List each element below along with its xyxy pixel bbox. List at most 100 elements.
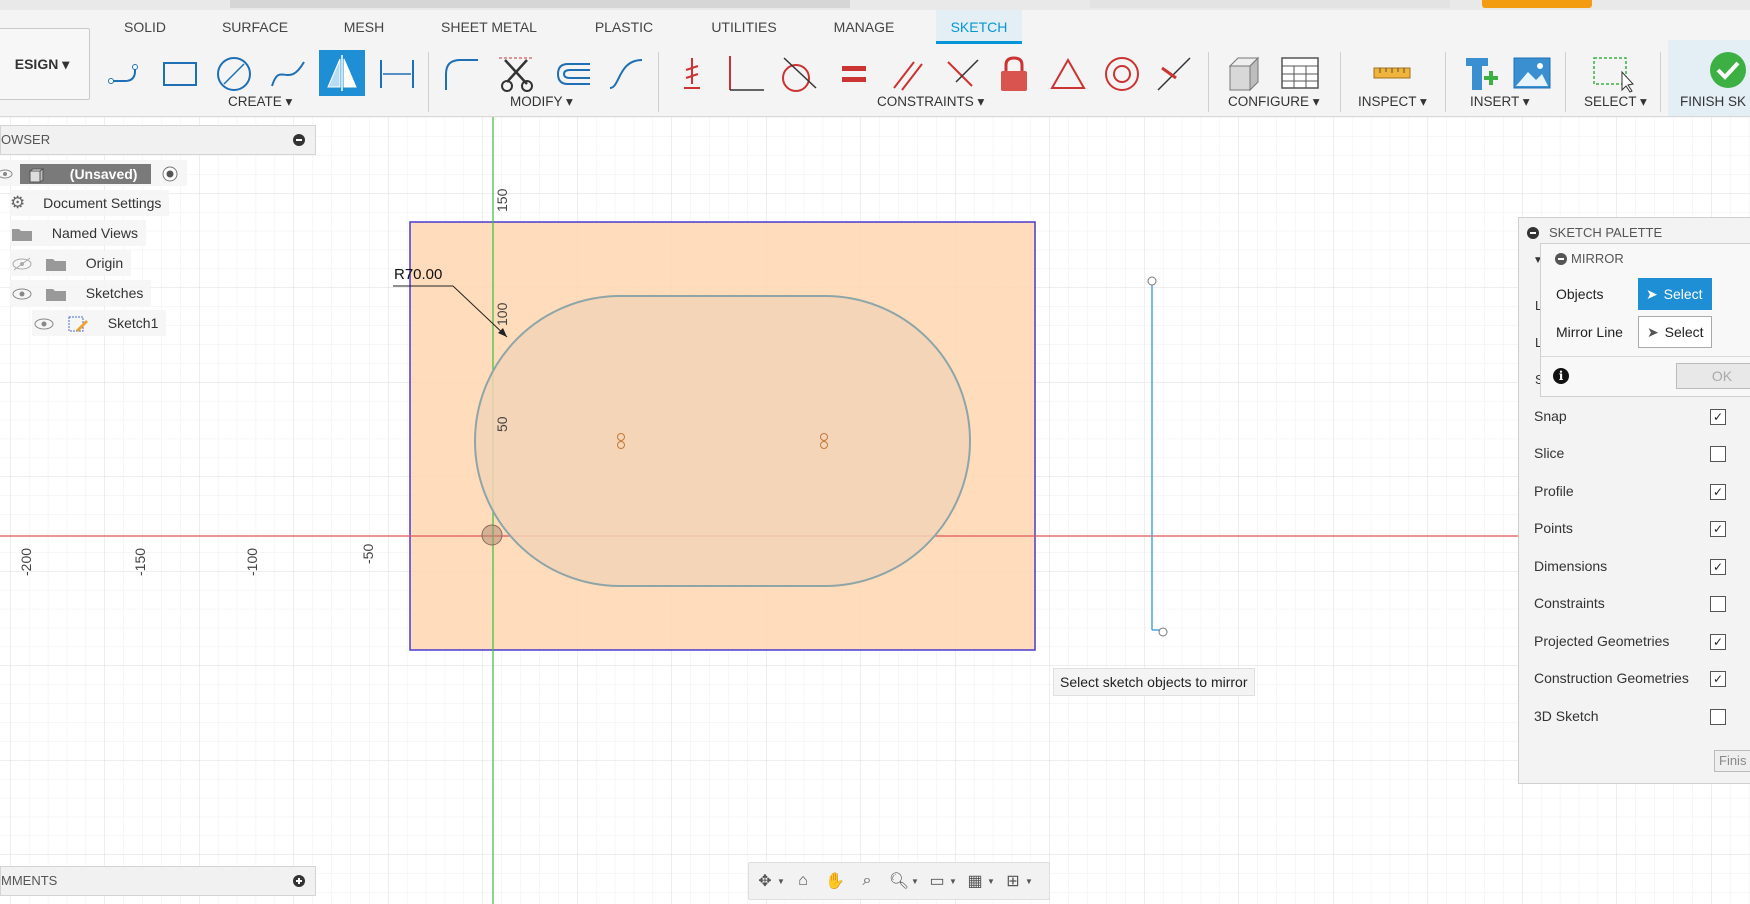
tab-plastic[interactable]: PLASTIC <box>586 10 662 44</box>
circle-tool[interactable] <box>212 54 256 94</box>
option-slice-checkbox[interactable] <box>1710 446 1726 462</box>
tab-solid[interactable]: SOLID <box>110 10 180 44</box>
browser-item-named-views[interactable]: Named Views <box>10 220 147 246</box>
tab-utilities[interactable]: UTILITIES <box>704 10 784 44</box>
look-at-icon[interactable]: ⌂ <box>791 869 815 893</box>
comments-panel-header[interactable]: MMENTS <box>0 866 316 896</box>
info-icon[interactable]: i <box>1553 368 1569 384</box>
workspace-switcher[interactable]: ESIGN ▾ <box>0 28 90 100</box>
zoom-icon[interactable]: ⌕ <box>855 869 879 893</box>
sketch-curve-tool[interactable] <box>604 54 648 94</box>
option-snap-checkbox[interactable]: ✓ <box>1710 409 1726 425</box>
create-menu[interactable]: CREATE ▾ <box>228 94 292 110</box>
trim-tool[interactable] <box>495 54 539 94</box>
chevron-down-icon[interactable]: ▼ <box>911 877 919 886</box>
browser-item-origin[interactable]: Origin <box>10 250 132 276</box>
rectangle-tool[interactable] <box>158 54 202 94</box>
document-tab-2[interactable] <box>1090 0 1450 8</box>
browser-item-document-settings[interactable]: ⚙ Document Settings <box>10 190 170 216</box>
collapse-icon[interactable] <box>1555 253 1567 265</box>
insert-canvas-tool[interactable] <box>1510 54 1554 94</box>
constraints-menu[interactable]: CONSTRAINTS ▾ <box>877 94 984 110</box>
finish-sketch-button[interactable]: FINISH SK <box>1668 40 1750 116</box>
inspect-menu[interactable]: INSPECT ▾ <box>1358 94 1427 110</box>
equal-icon <box>842 66 866 82</box>
origin-point[interactable] <box>481 524 503 546</box>
equal-tool[interactable] <box>832 54 876 94</box>
active-radio-icon[interactable] <box>161 165 179 183</box>
pan-icon[interactable]: ✋ <box>823 869 847 893</box>
eye-icon[interactable] <box>0 167 14 181</box>
insert-menu[interactable]: INSERT ▾ <box>1470 94 1530 110</box>
horizontal-vertical-tool[interactable] <box>724 54 768 94</box>
fix-tool[interactable] <box>992 54 1036 94</box>
tangent-tool[interactable] <box>776 54 820 94</box>
hidden-eye-icon[interactable] <box>10 255 34 273</box>
upgrade-button[interactable] <box>1482 0 1592 8</box>
chevron-down-icon[interactable]: ▼ <box>987 877 995 886</box>
option-constraints-checkbox[interactable] <box>1710 596 1726 612</box>
browser-panel-header[interactable]: OWSER <box>0 125 316 155</box>
browser-item-sketches[interactable]: Sketches <box>10 280 152 306</box>
tab-surface[interactable]: SURFACE <box>212 10 298 44</box>
dimension-tool[interactable] <box>375 54 419 94</box>
option-3d-sketch-checkbox[interactable] <box>1710 709 1726 725</box>
gear-icon: ⚙ <box>10 193 26 212</box>
perpendicular-tool[interactable] <box>940 54 984 94</box>
concentric-tool[interactable] <box>1100 54 1144 94</box>
chevron-down-icon[interactable]: ▼ <box>949 877 957 886</box>
mirror-tool[interactable] <box>319 50 365 96</box>
parallel-tool[interactable] <box>886 54 930 94</box>
objects-select-button[interactable]: ➤ Select <box>1638 278 1712 310</box>
tab-manage[interactable]: MANAGE <box>826 10 902 44</box>
sketch-canvas[interactable] <box>0 117 1750 904</box>
option-construction-geometries-checkbox[interactable]: ✓ <box>1710 671 1726 687</box>
line-tool[interactable] <box>105 54 149 94</box>
browser-item-sketch1[interactable]: Sketch1 <box>32 310 167 336</box>
insert-mcmaster-tool[interactable] <box>1458 54 1502 94</box>
expand-icon[interactable] <box>293 875 305 887</box>
measure-tool[interactable] <box>1370 54 1414 94</box>
modify-menu[interactable]: MODIFY ▾ <box>510 94 573 110</box>
eye-icon[interactable] <box>32 315 56 333</box>
mirror-line-select-button[interactable]: ➤ Select <box>1638 316 1712 348</box>
select-menu[interactable]: SELECT ▾ <box>1584 94 1647 110</box>
viewports-icon[interactable]: ⊞ <box>1001 869 1025 893</box>
slot-profile[interactable] <box>474 295 971 587</box>
symmetry-tool[interactable] <box>1046 54 1090 94</box>
chevron-down-icon[interactable]: ▼ <box>777 877 785 886</box>
line-endpoint[interactable] <box>1158 627 1168 637</box>
radius-dimension[interactable]: R70.00 <box>394 266 442 283</box>
browser-root-node[interactable]: (Unsaved) <box>0 160 188 186</box>
option-profile-checkbox[interactable]: ✓ <box>1710 484 1726 500</box>
midpoint-tool[interactable] <box>1152 54 1196 94</box>
spline-tool[interactable] <box>266 54 310 94</box>
tab-mesh[interactable]: MESH <box>334 10 394 44</box>
line-endpoint[interactable] <box>1147 276 1157 286</box>
fit-icon[interactable]: 🔍︎ <box>887 869 911 893</box>
finish-sketch-palette-button[interactable]: Finis <box>1714 750 1750 772</box>
option-points-checkbox[interactable]: ✓ <box>1710 521 1726 537</box>
option-projected-geometries-checkbox[interactable]: ✓ <box>1710 634 1726 650</box>
configure-menu[interactable]: CONFIGURE ▾ <box>1228 94 1320 110</box>
chevron-down-icon[interactable]: ▼ <box>1025 877 1033 886</box>
collapse-icon[interactable] <box>1527 227 1539 239</box>
collapse-icon[interactable] <box>293 134 305 146</box>
orbit-icon[interactable]: ✥ <box>753 869 777 893</box>
eye-icon[interactable] <box>10 285 34 303</box>
grid-icon[interactable]: ▦ <box>963 869 987 893</box>
tab-sheet-metal[interactable]: SHEET METAL <box>436 10 542 44</box>
mirror-dialog: MIRROR Objects ➤ Select Mirror Line ➤ Se… <box>1540 243 1750 397</box>
coincident-tool[interactable] <box>670 54 714 94</box>
title-strip <box>0 0 1750 10</box>
tab-sketch[interactable]: SKETCH <box>936 10 1022 44</box>
document-tab[interactable] <box>230 0 850 8</box>
ok-button[interactable]: OK <box>1676 363 1750 389</box>
offset-tool[interactable] <box>550 54 594 94</box>
configuration-table-tool[interactable] <box>1278 54 1322 94</box>
configure-tool[interactable] <box>1222 54 1266 94</box>
window-select-tool[interactable] <box>1590 54 1634 94</box>
fillet-tool[interactable] <box>440 54 484 94</box>
option-dimensions-checkbox[interactable]: ✓ <box>1710 559 1726 575</box>
display-settings-icon[interactable]: ▭ <box>925 869 949 893</box>
